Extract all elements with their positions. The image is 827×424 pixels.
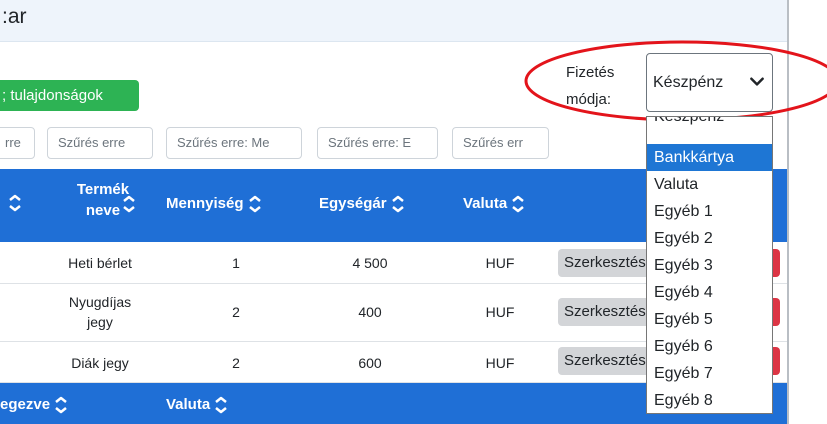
option-egyeb-8[interactable]: Egyéb 8 [647,387,772,413]
chevron-down-icon [750,77,764,86]
column-quantity[interactable]: Mennyiség [166,195,262,213]
currency-header: Valuta [463,195,508,212]
sort-icon [248,195,261,213]
option-egyeb-6[interactable]: Egyéb 6 [647,333,772,360]
quantity-cell: 1 [232,255,240,271]
option-egyeb-4[interactable]: Egyéb 4 [647,279,772,306]
product-name-cell: Nyugdíjas jegy [45,292,155,332]
currency-header-2: Valuta [166,396,211,413]
window-border [787,0,789,424]
filter-input-1[interactable]: rre [0,127,35,159]
payment-label-line2: módja: [566,91,612,108]
option-keszpenz[interactable]: Készpénz [647,117,772,130]
option-egyeb-2[interactable]: Egyéb 2 [647,225,772,252]
column-currency[interactable]: Valuta [463,195,525,213]
filter-input-4[interactable]: Szűrés erre: E [317,127,438,159]
sort-icon [55,396,67,414]
page-title: :ar [2,5,27,28]
payment-label-line1: Fizetés [566,64,615,81]
sort-icon[interactable] [122,195,136,213]
column-completed[interactable]: egezve [0,396,68,414]
payment-method-label: Fizetés módja: [566,59,614,113]
column-unit-price[interactable]: Egységár [319,195,405,213]
option-valuta[interactable]: Valuta [647,171,772,198]
page-header: :ar [0,0,788,42]
option-egyeb-3[interactable]: Egyéb 3 [647,252,772,279]
unit-price-cell: 600 [358,355,382,371]
option-egyeb-5[interactable]: Egyéb 5 [647,306,772,333]
sort-icon [391,195,404,213]
quantity-header: Mennyiség [166,195,244,212]
payment-method-select[interactable]: Készpénz [646,53,773,112]
currency-cell: HUF [485,255,515,271]
sort-icon [215,396,227,414]
option-egyeb-1[interactable]: Egyéb 1 [647,198,772,225]
filter-input-5[interactable]: Szűrés err [452,127,549,159]
option-bankkartya[interactable]: Bankkártya [647,144,772,171]
payment-method-dropdown: Készpénz Bankkártya Valuta Egyéb 1 Egyéb… [646,116,773,414]
unit-price-cell: 4 500 [352,255,388,271]
quantity-cell: 2 [232,304,240,320]
filter-input-3[interactable]: Szűrés erre: Me [166,127,302,159]
unit-price-cell: 400 [358,304,382,320]
sort-icon[interactable] [8,194,22,212]
payment-selected-value: Készpénz [653,74,724,91]
filter-input-2[interactable]: Szűrés erre [47,127,153,159]
currency-cell: HUF [485,355,515,371]
properties-button[interactable]: ; tulajdonságok [0,80,139,111]
product-name-cell: Diák jegy [71,355,129,371]
completed-header: egezve [0,396,51,413]
column-currency-2[interactable]: Valuta [166,396,228,414]
quantity-cell: 2 [232,355,240,371]
currency-cell: HUF [485,304,515,320]
unit-price-header: Egységár [319,195,387,212]
product-name-line2: jegy [87,314,113,330]
sort-icon [512,195,524,213]
product-name-cell: Heti bérlet [68,255,132,271]
option-egyeb-7[interactable]: Egyéb 7 [647,360,772,387]
product-name-line1: Nyugdíjas [68,294,132,310]
